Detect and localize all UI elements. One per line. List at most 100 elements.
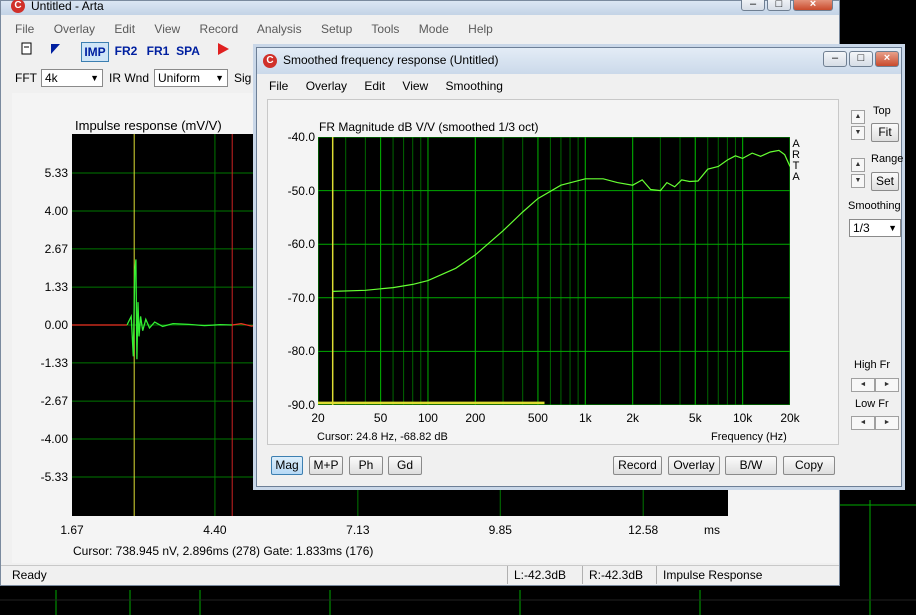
copy-button[interactable]: Copy [783, 456, 835, 475]
fr-y-tick-label: -70.0 [287, 290, 315, 305]
fr-cursor-readout: Cursor: 24.8 Hz, -68.82 dB [317, 431, 448, 443]
arta-vertical-label: A R T A [792, 139, 800, 183]
impulse-y-tick-label: 4.00 [44, 203, 68, 218]
fr-y-tick-label: -50.0 [287, 183, 315, 198]
low-fr-right-spin[interactable]: ► [875, 416, 899, 430]
impulse-x-tick-label: ms [704, 523, 720, 537]
fit-button[interactable]: Fit [871, 123, 899, 142]
overlay-button[interactable]: Overlay [668, 456, 720, 475]
frequency-response-chart[interactable] [318, 137, 790, 405]
fr-menu-edit[interactable]: Edit [364, 79, 385, 93]
fr-menu-overlay[interactable]: Overlay [306, 79, 347, 93]
menu-tools[interactable]: Tools [371, 22, 399, 36]
main-titlebar: C Untitled - Arta – □ × [1, 0, 839, 15]
fr-minimize-button[interactable]: – [823, 51, 847, 67]
impulse-x-tick-label: 9.85 [488, 523, 512, 537]
impulse-series-line-0 [126, 259, 233, 360]
impulse-x-tick-label: 7.13 [346, 523, 370, 537]
fft-select-value: 4k [45, 71, 58, 85]
fr-x-tick-label: 5k [688, 411, 702, 425]
impulse-y-tick-label: 5.33 [44, 166, 68, 181]
fr-x-tick-label: 200 [465, 411, 486, 425]
arta-letter: A [792, 171, 800, 183]
fr-menu-file[interactable]: File [269, 79, 288, 93]
main-toolbar: IMP FR2 FR1 SPA [1, 39, 261, 63]
maximize-button[interactable]: □ [767, 0, 791, 11]
menu-overlay[interactable]: Overlay [54, 22, 95, 36]
fr-x-tick-label: 10k [732, 411, 753, 425]
record-button[interactable]: Record [613, 456, 662, 475]
fr-window: C Smoothed frequency response (Untitled)… [256, 47, 904, 487]
impulse-y-tick-label: 2.67 [44, 241, 68, 256]
minimize-button[interactable]: – [741, 0, 765, 11]
fr-y-tick-label: -90.0 [287, 398, 315, 412]
group-delay-button[interactable]: Gd [388, 456, 422, 475]
menu-mode[interactable]: Mode [419, 22, 449, 36]
menu-help[interactable]: Help [468, 22, 493, 36]
fr-y-tick-label: -80.0 [287, 344, 315, 359]
impulse-x-tick-label: 1.67 [60, 523, 84, 537]
fr-x-tick-label: 500 [527, 411, 548, 425]
top-down-spin[interactable]: ▼ [851, 126, 865, 140]
low-fr-label: Low Fr [855, 398, 889, 410]
chevron-down-icon: ▼ [215, 73, 224, 83]
fr-menubar: File Overlay Edit View Smoothing [269, 79, 517, 93]
menu-file[interactable]: File [15, 22, 34, 36]
magnitude-phase-button[interactable]: M+P [309, 456, 343, 475]
fr-x-tick-label: 20k [780, 411, 800, 425]
bw-button[interactable]: B/W [725, 456, 777, 475]
new-file-icon[interactable] [17, 42, 37, 60]
play-record-icon[interactable] [213, 42, 233, 60]
mode-imp-button[interactable]: IMP [81, 42, 109, 62]
fr-window-title: Smoothed frequency response (Untitled) [283, 53, 499, 67]
arta-app-icon: C [11, 0, 25, 13]
mode-fr2-button[interactable]: FR2 [113, 42, 139, 60]
fr-x-axis-label: Frequency (Hz) [711, 431, 787, 443]
mode-fr1-button[interactable]: FR1 [145, 42, 171, 60]
ir-wnd-label: IR Wnd [109, 71, 150, 85]
phase-button[interactable]: Ph [349, 456, 383, 475]
chevron-down-icon: ▼ [90, 73, 99, 83]
flag-icon[interactable] [45, 42, 65, 60]
range-up-spin[interactable]: ▲ [851, 158, 865, 172]
menu-analysis[interactable]: Analysis [257, 22, 302, 36]
menu-setup[interactable]: Setup [321, 22, 352, 36]
smoothing-select-value: 1/3 [853, 221, 870, 235]
fr-x-tick-label: 2k [626, 411, 639, 425]
status-right-level: R:-42.3dB [582, 566, 643, 584]
fr-x-tick-label: 20 [311, 411, 325, 425]
menu-record[interactable]: Record [200, 22, 239, 36]
mag-button[interactable]: Mag [271, 456, 303, 475]
range-label: Range [871, 153, 904, 165]
chevron-down-icon: ▼ [888, 223, 897, 233]
close-button[interactable]: × [793, 0, 833, 11]
fr-close-button[interactable]: × [875, 51, 899, 67]
fr-maximize-button[interactable]: □ [849, 51, 873, 67]
main-menubar: File Overlay Edit View Record Analysis S… [15, 22, 509, 36]
smoothing-label: Smoothing [848, 200, 901, 212]
fft-select[interactable]: 4k ▼ [41, 69, 103, 87]
ir-wnd-select[interactable]: Uniform ▼ [154, 69, 228, 87]
high-fr-left-spin[interactable]: ◄ [851, 378, 875, 392]
impulse-x-tick-label: 12.58 [628, 523, 659, 537]
range-down-spin[interactable]: ▼ [851, 174, 865, 188]
high-fr-right-spin[interactable]: ► [875, 378, 899, 392]
smoothing-select[interactable]: 1/3 ▼ [849, 219, 901, 237]
fr-menu-smoothing[interactable]: Smoothing [446, 79, 503, 93]
menu-view[interactable]: View [154, 22, 180, 36]
fft-label: FFT [15, 71, 37, 85]
set-button[interactable]: Set [871, 172, 899, 191]
top-up-spin[interactable]: ▲ [851, 110, 865, 124]
menu-edit[interactable]: Edit [114, 22, 135, 36]
impulse-y-tick-label: 0.00 [44, 318, 68, 332]
status-left-level: L:-42.3dB [507, 566, 566, 584]
arta-app-icon: C [263, 54, 277, 68]
top-label: Top [873, 105, 891, 117]
low-fr-left-spin[interactable]: ◄ [851, 416, 875, 430]
fr-x-tick-label: 50 [373, 411, 388, 425]
fr-y-tick-label: -40.0 [287, 130, 315, 144]
mode-spa-button[interactable]: SPA [175, 42, 201, 60]
fr-y-tick-label: -60.0 [287, 237, 315, 252]
fr-titlebar: C Smoothed frequency response (Untitled)… [257, 48, 901, 74]
fr-menu-view[interactable]: View [402, 79, 428, 93]
